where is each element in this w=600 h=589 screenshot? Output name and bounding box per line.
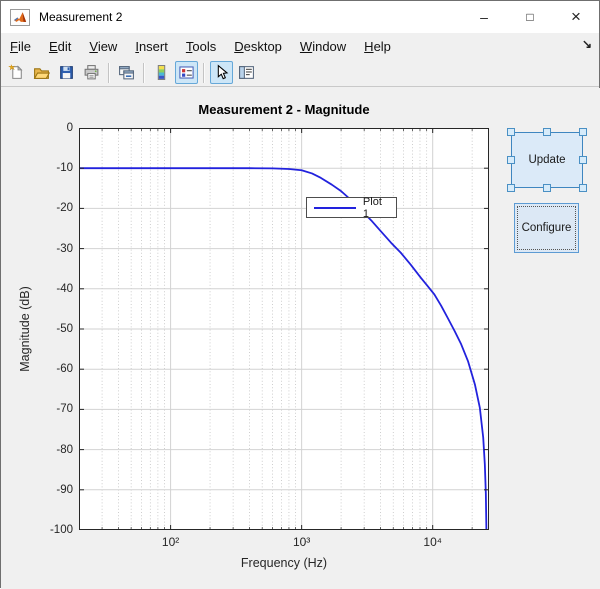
y-tick-label: 0: [31, 121, 73, 135]
y-tick-label: -90: [31, 483, 73, 497]
menu-desktop[interactable]: Desktop: [225, 36, 291, 57]
insert-colorbar-icon[interactable]: [150, 61, 173, 84]
legend[interactable]: Plot 1: [306, 197, 397, 218]
x-tick-label: 10³: [272, 535, 332, 549]
menu-bar: FileEditViewInsertToolsDesktopWindowHelp…: [1, 33, 599, 59]
y-tick-label: -10: [31, 161, 73, 175]
edit-plot-icon[interactable]: [210, 61, 233, 84]
legend-line-sample: [314, 207, 356, 209]
title-bar: Measurement 2 – □ ×: [1, 1, 599, 33]
menu-items: FileEditViewInsertToolsDesktopWindowHelp: [1, 36, 400, 57]
axes: [79, 128, 489, 530]
toolbar-separator: [108, 63, 110, 83]
menu-view[interactable]: View: [80, 36, 126, 57]
menu-window[interactable]: Window: [291, 36, 355, 57]
menu-edit[interactable]: Edit: [40, 36, 80, 57]
x-axis-label: Frequency (Hz): [79, 556, 489, 570]
window-title: Measurement 2: [39, 10, 122, 24]
toolbar-separator: [143, 63, 145, 83]
x-tick-label: 10²: [141, 535, 201, 549]
y-tick-label: -20: [31, 201, 73, 215]
save-figure-icon[interactable]: [55, 61, 78, 84]
matlab-logo-icon[interactable]: [10, 9, 30, 26]
y-tick-label: -100: [31, 523, 73, 537]
new-figure-icon[interactable]: [5, 61, 28, 84]
maximize-button[interactable]: □: [507, 1, 553, 33]
menu-tools[interactable]: Tools: [177, 36, 225, 57]
x-tick-label: 10⁴: [403, 535, 463, 549]
update-button[interactable]: Update: [511, 132, 583, 188]
minimize-button[interactable]: –: [461, 1, 507, 33]
y-tick-label: -30: [31, 242, 73, 256]
menu-file[interactable]: File: [1, 36, 40, 57]
insert-legend-icon[interactable]: [175, 61, 198, 84]
figure-toolbar: [1, 59, 599, 87]
close-button[interactable]: ×: [553, 1, 599, 33]
toolbar-separator: [203, 63, 205, 83]
y-tick-label: -80: [31, 443, 73, 457]
y-tick-label: -70: [31, 402, 73, 416]
y-tick-label: -40: [31, 282, 73, 296]
legend-entry: Plot 1: [363, 196, 391, 220]
configure-button[interactable]: Configure: [514, 203, 579, 253]
figure-window: Measurement 2 – □ × FileEditViewInsertTo…: [0, 0, 600, 588]
dock-figure-icon[interactable]: ↘: [582, 37, 592, 51]
plot-area[interactable]: [79, 128, 489, 530]
plot-title: Measurement 2 - Magnitude: [79, 102, 489, 117]
figure-canvas: Measurement 2 - Magnitude Magnitude (dB)…: [1, 88, 600, 589]
menu-insert[interactable]: Insert: [126, 36, 177, 57]
y-axis-label: Magnitude (dB): [18, 286, 32, 371]
menu-help[interactable]: Help: [355, 36, 400, 57]
link-plot-icon[interactable]: [115, 61, 138, 84]
print-figure-icon[interactable]: [80, 61, 103, 84]
y-tick-label: -60: [31, 362, 73, 376]
y-tick-label: -50: [31, 322, 73, 336]
open-file-icon[interactable]: [30, 61, 53, 84]
plot-browser-icon[interactable]: [235, 61, 258, 84]
